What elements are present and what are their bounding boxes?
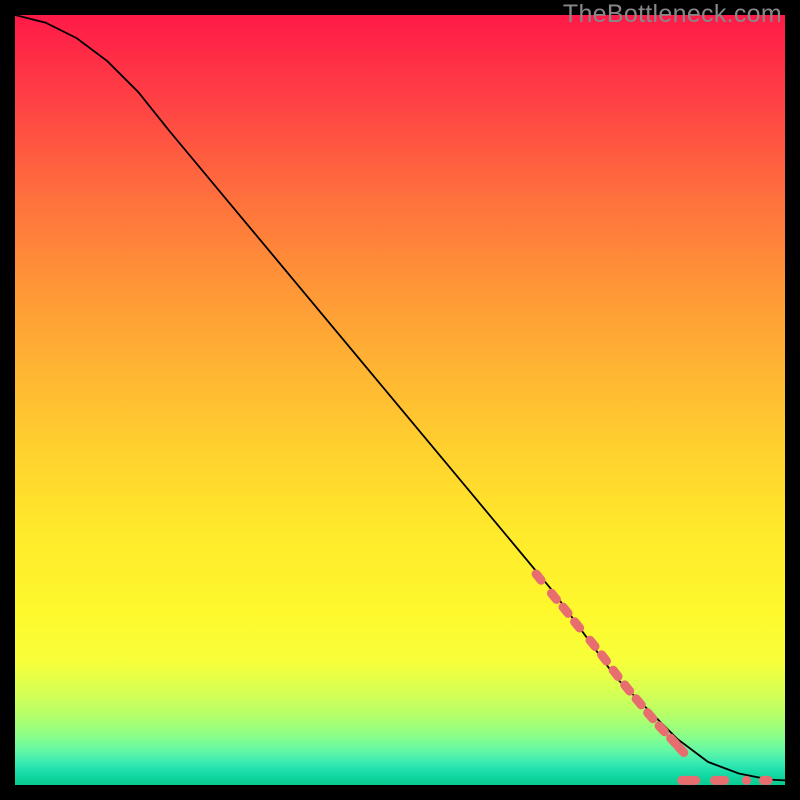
chart-stage: TheBottleneck.com (0, 0, 800, 800)
baseline-marker (710, 776, 729, 785)
main-curve (15, 15, 785, 780)
curve-marker-group (530, 568, 690, 759)
chart-svg (15, 15, 785, 785)
baseline-marker (759, 776, 773, 785)
curve-marker (545, 587, 563, 606)
baseline-marker (677, 776, 700, 785)
plot-area (15, 15, 785, 785)
curve-marker (595, 648, 613, 667)
watermark-text: TheBottleneck.com (563, 0, 782, 29)
baseline-marker (742, 776, 751, 785)
curve-marker (530, 568, 548, 587)
curve-marker (607, 664, 625, 683)
